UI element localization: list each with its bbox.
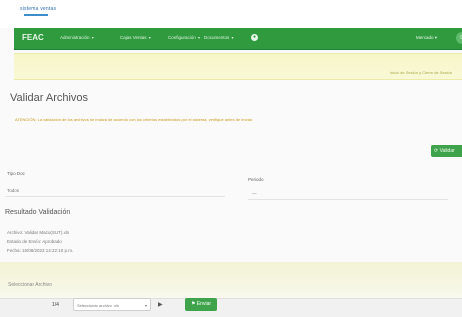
tipo-doc-select[interactable]: Todos: [7, 188, 19, 193]
tipo-doc-label: Tipo Doc: [7, 171, 25, 176]
periodo-select[interactable]: —: [252, 191, 257, 196]
footer-toolbar: [0, 298, 462, 317]
banner-text: Inicio de Sesión y Cierre de Sesión: [389, 70, 452, 75]
nav-item-cajas[interactable]: Cajas Ventas ▾: [120, 35, 151, 40]
file-select-value: Seleccionar archivo .xls: [77, 303, 120, 308]
chevron-down-icon: ▾: [148, 35, 151, 40]
nav-item-label: Administración: [60, 35, 90, 40]
top-navbar: FEAC Administración ▾ Cajas Ventas ▾ Con…: [14, 28, 462, 50]
chevron-down-icon: ▾: [231, 35, 234, 40]
result-line: Fecha: 15/08/2023 14:22:10 p.m.: [7, 248, 74, 253]
notification-icon[interactable]: ●: [251, 34, 258, 41]
chevron-down-icon: ▾: [144, 303, 147, 308]
periodo-underline: [248, 199, 448, 200]
periodo-label: Periodo: [248, 177, 264, 182]
logo-underline: [24, 14, 48, 16]
file-select[interactable]: Seleccionar archivo .xls ▾: [73, 298, 151, 311]
nav-item-docs[interactable]: Documentos ▾: [204, 35, 234, 40]
nav-item-label: Documentos: [204, 35, 230, 40]
info-banner: Inicio de Sesión y Cierre de Sesión: [14, 53, 462, 80]
logo-text[interactable]: sistema ventas: [20, 6, 56, 12]
brand-label[interactable]: FEAC: [22, 33, 44, 42]
play-icon[interactable]: ▶: [158, 301, 163, 308]
result-line: Estado de Envío: Aprobado: [7, 239, 62, 244]
send-button[interactable]: ⚑ Enviar: [185, 298, 217, 311]
nav-item-label: Cajas Ventas: [120, 35, 147, 40]
chevron-down-icon: ▾: [91, 35, 94, 40]
validate-button[interactable]: ⟳ Validar: [431, 145, 462, 157]
avatar[interactable]: ☺: [456, 32, 462, 44]
logo-row: sistema ventas: [0, 0, 462, 28]
upload-section: [0, 262, 462, 298]
upload-section-label: Seleccionar Archivo: [8, 282, 52, 288]
result-title: Resultado Validación: [5, 209, 71, 216]
chevron-down-icon: ▾: [198, 35, 201, 40]
page-counter: 1/4: [52, 302, 59, 308]
nav-item-label: Configuración: [168, 35, 196, 40]
nav-item-config[interactable]: Configuración ▾: [168, 35, 200, 40]
nav-right-menu[interactable]: Mercado ▾: [416, 35, 437, 41]
nav-item-admin[interactable]: Administración ▾: [60, 35, 94, 40]
notice-text: ATENCIÓN: La validación de los archivos …: [15, 117, 254, 122]
tipo-doc-underline: [5, 196, 225, 197]
result-line: Archivo: Validar Mazo(SUT).xls: [7, 230, 70, 235]
page-title: Validar Archivos: [10, 92, 89, 104]
